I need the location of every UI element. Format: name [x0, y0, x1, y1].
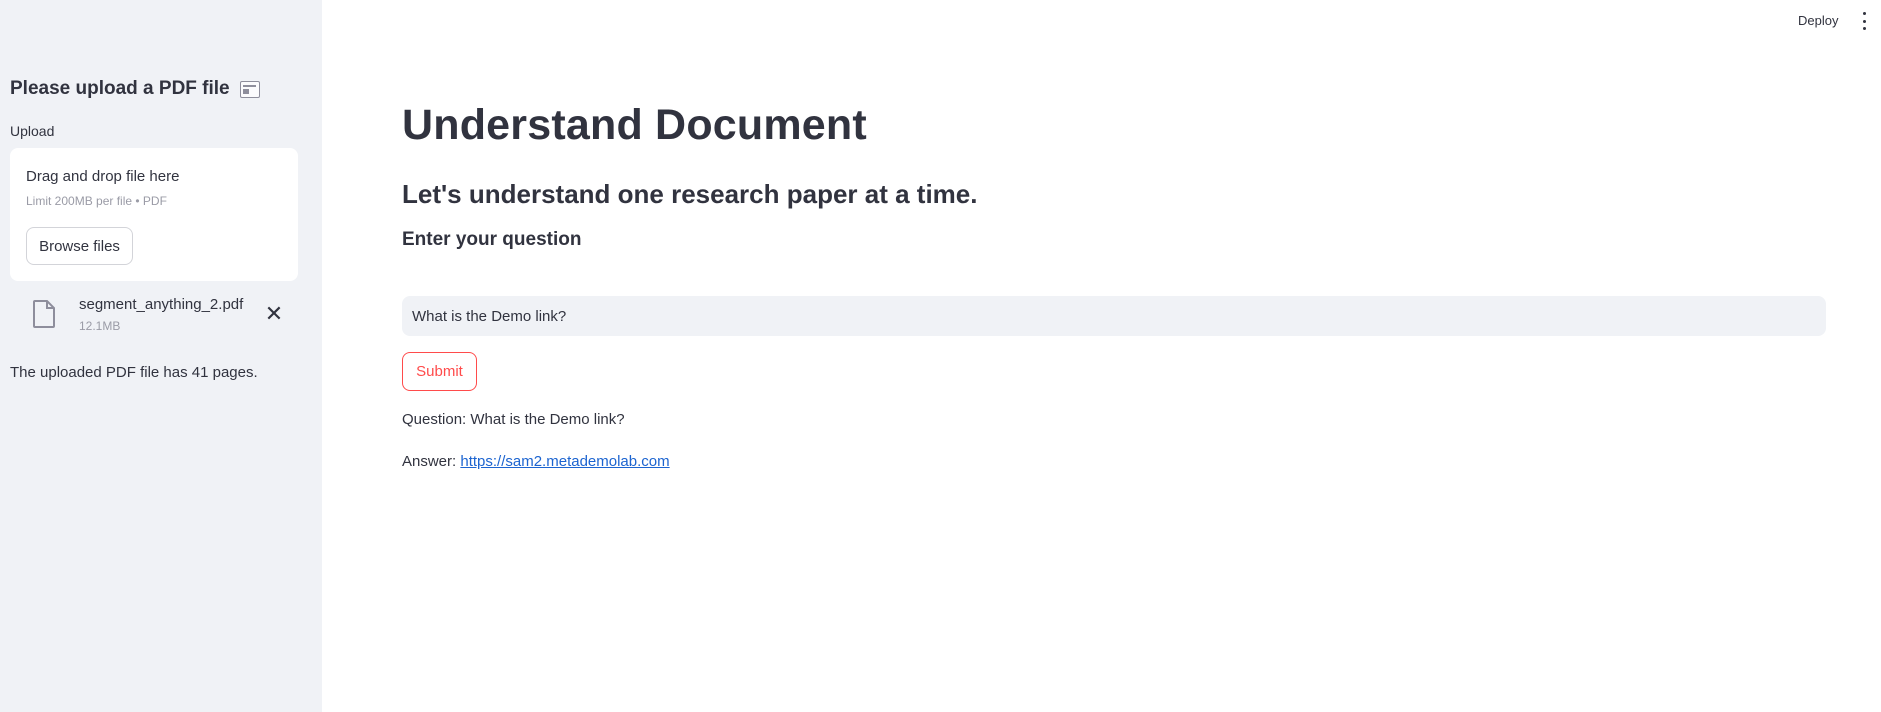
- dropzone-limit: Limit 200MB per file • PDF: [26, 194, 167, 208]
- question-input[interactable]: [402, 296, 1826, 336]
- result-answer: Answer: https://sam2.metademolab.com: [402, 453, 670, 470]
- sidebar: Please upload a PDF file Upload Drag and…: [0, 0, 322, 712]
- question-text: What is the Demo link?: [470, 411, 625, 428]
- browse-files-button[interactable]: Browse files: [26, 227, 133, 265]
- more-vertical-icon[interactable]: [1858, 12, 1870, 30]
- page-subtitle: Let's understand one research paper at a…: [402, 179, 978, 209]
- newspaper-icon: [239, 80, 260, 98]
- uploaded-file-size: 12.1MB: [79, 319, 121, 333]
- deploy-button[interactable]: Deploy: [1798, 13, 1838, 28]
- question-label: Enter your question: [402, 229, 582, 250]
- result-question: Question: What is the Demo link?: [402, 411, 625, 428]
- upload-label: Upload: [10, 123, 55, 139]
- pages-info-text: The uploaded PDF file has 41 pages.: [10, 364, 258, 381]
- page-title: Understand Document: [402, 101, 867, 149]
- close-icon[interactable]: ✕: [260, 300, 288, 328]
- file-dropzone[interactable]: Drag and drop file here Limit 200MB per …: [10, 148, 298, 281]
- answer-link[interactable]: https://sam2.metademolab.com: [460, 453, 669, 470]
- sidebar-header: Please upload a PDF file: [10, 78, 260, 100]
- submit-button[interactable]: Submit: [402, 352, 477, 391]
- sidebar-header-text: Please upload a PDF file: [10, 78, 230, 99]
- file-icon: [33, 300, 55, 328]
- uploaded-file-name: segment_anything_2.pdf: [79, 296, 244, 313]
- answer-prefix: Answer:: [402, 453, 457, 470]
- app-root: Please upload a PDF file Upload Drag and…: [0, 0, 1881, 712]
- dropzone-title: Drag and drop file here: [26, 168, 180, 185]
- question-prefix: Question:: [402, 411, 467, 428]
- uploaded-file-item: segment_anything_2.pdf 12.1MB ✕: [28, 294, 298, 334]
